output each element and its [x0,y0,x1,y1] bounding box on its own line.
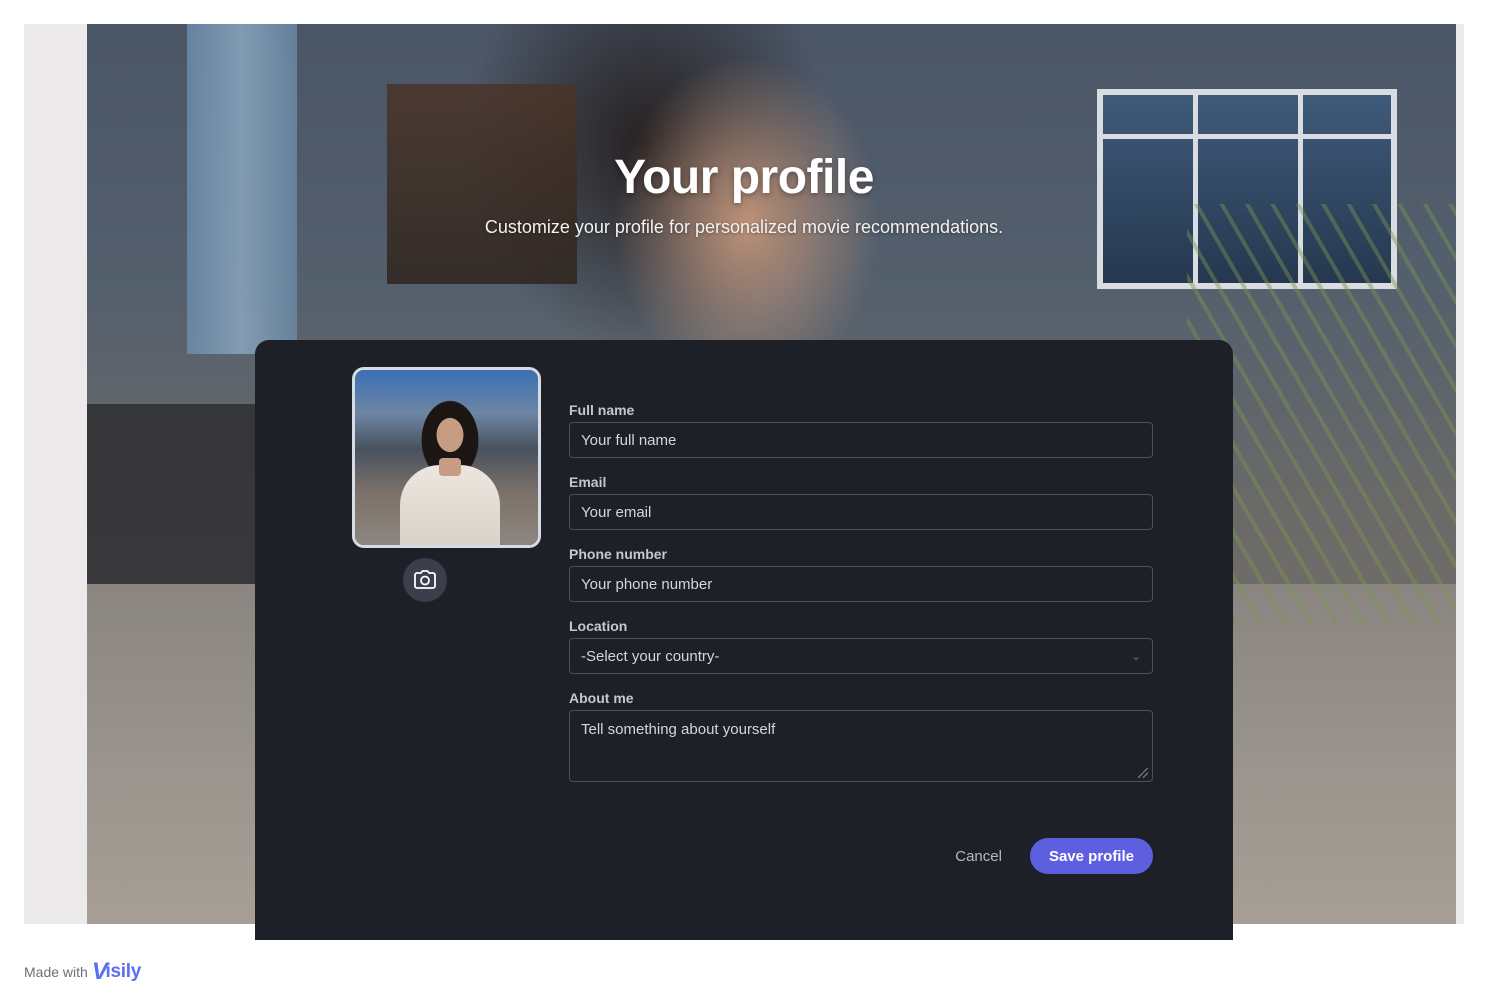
phone-input[interactable]: Your phone number [569,566,1153,602]
email-field: Email Your email [569,474,1153,530]
about-placeholder: Tell something about yourself [581,721,776,738]
location-field: Location -Select your country- ⌄ [569,618,1153,674]
about-label: About me [569,690,634,706]
visily-logo-text: isily [105,961,142,982]
profile-card: Full name Your full name Email Your emai… [255,340,1233,940]
page-subtitle: Customize your profile for personalized … [484,217,1004,237]
about-field: About me Tell something about yourself [569,690,1153,782]
camera-icon [414,570,436,589]
bg-window-mullion [1097,134,1397,139]
page-header: Your profile Customize your profile for … [0,150,1488,238]
form-actions: Cancel Save profile [569,838,1153,874]
resize-handle-icon[interactable] [1138,768,1148,778]
email-input[interactable]: Your email [569,494,1153,530]
cancel-button[interactable]: Cancel [955,848,1002,865]
photo-neck [439,458,461,476]
about-textarea[interactable]: Tell something about yourself [569,710,1153,782]
email-label: Email [569,474,607,490]
chevron-down-icon: ⌄ [1130,649,1141,663]
change-photo-button[interactable] [403,558,447,602]
visily-logo: V isily [92,958,142,986]
phone-label: Phone number [569,546,668,562]
made-with-badge[interactable]: Made with V isily [24,958,141,986]
location-label: Location [569,618,628,634]
profile-photo[interactable] [352,367,541,548]
full-name-label: Full name [569,402,635,418]
made-with-text: Made with [24,964,88,980]
country-select-value: -Select your country- [581,647,720,665]
profile-form: Full name Your full name Email Your emai… [569,402,1153,798]
save-profile-button[interactable]: Save profile [1029,838,1153,874]
full-name-field: Full name Your full name [569,402,1153,458]
page-title: Your profile [614,151,874,204]
profile-photo-image [355,370,538,545]
country-select[interactable]: -Select your country- ⌄ [569,638,1153,674]
full-name-input[interactable]: Your full name [569,422,1153,458]
phone-field: Phone number Your phone number [569,546,1153,602]
photo-jacket [400,465,500,545]
